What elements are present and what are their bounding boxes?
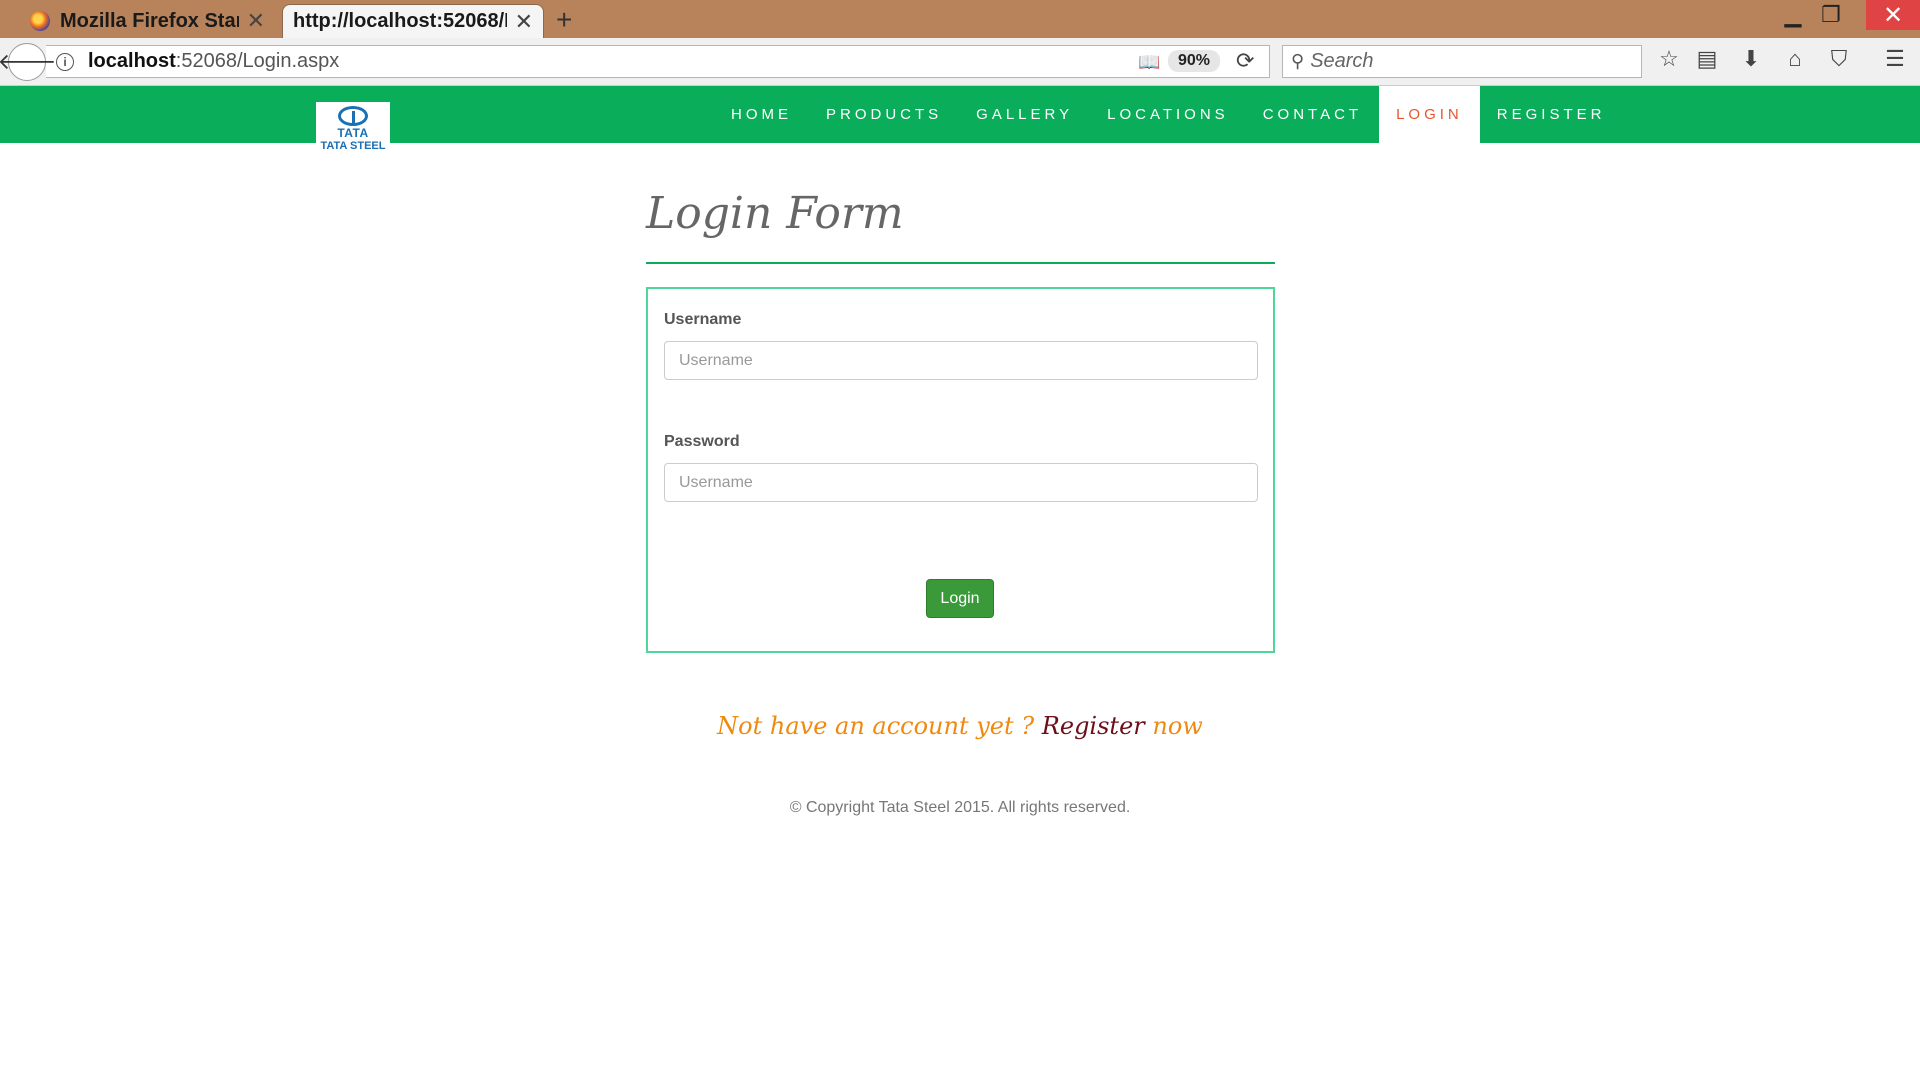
tab-start-page[interactable]: Mozilla Firefox Start Page ✕ — [20, 4, 275, 38]
firefox-icon — [30, 11, 50, 31]
copyright-text: © Copyright Tata Steel 2015. All rights … — [789, 799, 1131, 816]
info-icon[interactable]: i — [56, 52, 74, 71]
bookmark-star-icon[interactable]: ☆ — [1654, 46, 1684, 72]
register-prompt-prefix: Not have an account yet ? — [717, 712, 1035, 740]
nav-home[interactable]: HOME — [714, 86, 809, 143]
nav-contact[interactable]: CONTACT — [1246, 86, 1379, 143]
title-divider — [646, 262, 1275, 264]
download-icon[interactable]: ⬇ — [1736, 46, 1766, 72]
logo-tata-text: TATA — [337, 126, 369, 140]
hamburger-menu-icon[interactable]: ☰ — [1880, 46, 1910, 72]
home-icon[interactable]: ⌂ — [1780, 46, 1810, 72]
close-tab-icon[interactable]: ✕ — [247, 8, 265, 34]
password-input[interactable] — [664, 463, 1258, 502]
search-icon: ⚲ — [1291, 51, 1305, 71]
main-menu: HOME PRODUCTS GALLERY LOCATIONS CONTACT … — [714, 86, 1622, 143]
tata-logo-mark-icon — [338, 106, 368, 126]
tab-title: Mozilla Firefox Start Page — [60, 9, 239, 32]
new-tab-button[interactable]: + — [556, 4, 572, 36]
browser-toolbar: i localhost:52068/Login.aspx 📖 90% ⟳ 🡐 ⚲… — [0, 38, 1920, 86]
nav-register[interactable]: REGISTER — [1480, 86, 1623, 143]
nav-locations[interactable]: LOCATIONS — [1090, 86, 1246, 143]
register-prompt-suffix: now — [1152, 712, 1203, 740]
nav-products[interactable]: PRODUCTS — [809, 86, 959, 143]
close-window-icon[interactable]: ✕ — [1866, 0, 1920, 30]
nav-gallery[interactable]: GALLERY — [959, 86, 1090, 143]
tab-title: http://localhost:52068/Login.aspx — [293, 10, 507, 32]
close-tab-icon[interactable]: ✕ — [515, 9, 533, 35]
login-button[interactable]: Login — [926, 579, 994, 618]
password-label: Password — [664, 433, 740, 450]
logo-steel-text: TATA STEEL — [320, 140, 386, 152]
url-host: localhost — [88, 50, 176, 72]
address-bar[interactable]: i localhost:52068/Login.aspx 📖 90% ⟳ — [46, 45, 1270, 78]
url-text[interactable]: localhost:52068/Login.aspx — [88, 50, 339, 73]
library-icon[interactable]: ▤ — [1692, 46, 1722, 72]
search-placeholder: Search — [1310, 50, 1374, 72]
tab-login-page[interactable]: http://localhost:52068/Login.aspx ✕ — [282, 4, 544, 38]
register-prompt: Not have an account yet ? Register now — [0, 712, 1920, 740]
username-input[interactable] — [664, 341, 1258, 380]
url-path: :52068/Login.aspx — [175, 50, 340, 72]
register-link[interactable]: Register — [1042, 712, 1145, 740]
restore-window-icon[interactable]: ❐ — [1808, 0, 1854, 30]
username-label: Username — [664, 311, 742, 328]
reader-view-icon[interactable]: 📖 — [1138, 52, 1160, 73]
tata-steel-logo[interactable]: TATA TATA STEEL — [316, 102, 390, 156]
nav-login[interactable]: LOGIN — [1379, 86, 1480, 143]
reload-icon[interactable]: ⟳ — [1236, 48, 1254, 74]
browser-titlebar: Mozilla Firefox Start Page ✕ http://loca… — [0, 0, 1920, 38]
search-bar[interactable]: ⚲ Search — [1282, 45, 1642, 78]
back-arrow-icon[interactable]: 🡐 — [0, 43, 57, 81]
zoom-level[interactable]: 90% — [1168, 50, 1221, 72]
pocket-icon[interactable]: ⛉ — [1824, 46, 1854, 72]
page-title: Login Form — [646, 188, 904, 239]
